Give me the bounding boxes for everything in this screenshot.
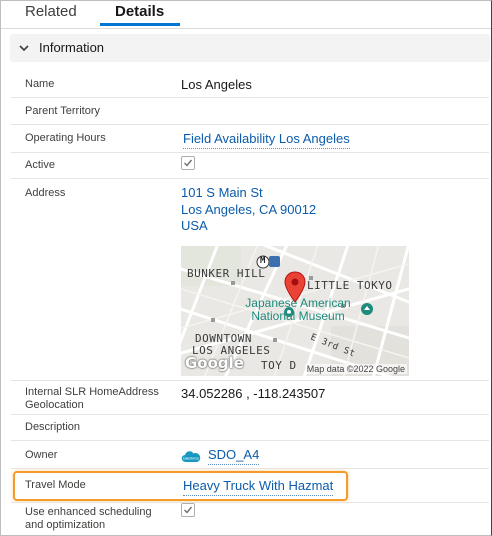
map-label-bunker-hill: BUNKER HILL xyxy=(187,267,266,280)
section-title: Information xyxy=(39,40,105,55)
active-label: Active xyxy=(25,159,55,171)
enhanced-scheduling-checkbox xyxy=(181,503,195,517)
divider xyxy=(11,97,489,98)
checkmark-icon xyxy=(184,159,193,167)
active-checkbox xyxy=(181,156,195,170)
description-label: Description xyxy=(25,421,81,433)
operating-hours-link[interactable]: Field Availability Los Angeles xyxy=(183,131,350,149)
salesforce-badge-text: salesforce xyxy=(183,457,199,461)
map-credit: Map data ©2022 Google xyxy=(304,364,407,374)
salesforce-cloud-icon: salesforce xyxy=(181,451,201,462)
active-tab-indicator xyxy=(100,23,180,26)
owner-label: Owner xyxy=(25,449,58,461)
enhanced-scheduling-label-line-2: and optimization xyxy=(25,519,106,531)
metro-station-icon: M xyxy=(260,256,266,266)
address-line-1[interactable]: 101 S Main St xyxy=(181,185,263,201)
divider xyxy=(11,380,489,381)
chevron-down-icon xyxy=(19,45,29,52)
divider xyxy=(11,414,489,415)
map-label-little-tokyo: LITTLE TOKYO xyxy=(307,279,393,292)
divider xyxy=(11,152,489,153)
address-line-3[interactable]: USA xyxy=(181,218,208,234)
parent-territory-label: Parent Territory xyxy=(25,105,100,117)
operating-hours-label: Operating Hours xyxy=(25,132,106,144)
divider xyxy=(11,178,489,179)
geolocation-value: 34.052286 , -118.243507 xyxy=(181,386,326,401)
record-details-panel: Related Details Information Name Los Ang… xyxy=(0,0,492,536)
owner-link[interactable]: SDO_A4 xyxy=(208,447,260,465)
tab-bar: Related Details xyxy=(1,1,491,29)
tab-related[interactable]: Related xyxy=(25,2,77,22)
information-section-header[interactable]: Information xyxy=(10,34,490,62)
divider xyxy=(11,468,489,469)
geolocation-label-line-1: Internal SLR HomeAddress xyxy=(25,386,159,398)
travel-mode-link[interactable]: Heavy Truck With Hazmat xyxy=(183,478,334,496)
google-logo: Google xyxy=(185,354,244,372)
address-line-2[interactable]: Los Angeles, CA 90012 xyxy=(181,202,316,218)
map-poi-line-2: National Museum xyxy=(251,309,345,323)
checkmark-icon xyxy=(184,506,193,514)
geolocation-label-line-2: Geolocation xyxy=(25,399,84,411)
enhanced-scheduling-label-line-1: Use enhanced scheduling xyxy=(25,506,152,518)
divider xyxy=(11,124,489,125)
address-map[interactable]: M BUNKER HILL LITTLE TOKYO Japanese Amer… xyxy=(181,246,409,376)
address-label: Address xyxy=(25,187,66,199)
divider xyxy=(11,502,489,503)
tab-details[interactable]: Details xyxy=(115,2,164,22)
travel-mode-label: Travel Mode xyxy=(25,479,86,491)
divider xyxy=(11,440,489,441)
map-label-toy-district: TOY D xyxy=(261,359,297,372)
name-label: Name xyxy=(25,78,55,90)
name-value: Los Angeles xyxy=(181,77,252,92)
map-pin-icon xyxy=(284,271,306,303)
